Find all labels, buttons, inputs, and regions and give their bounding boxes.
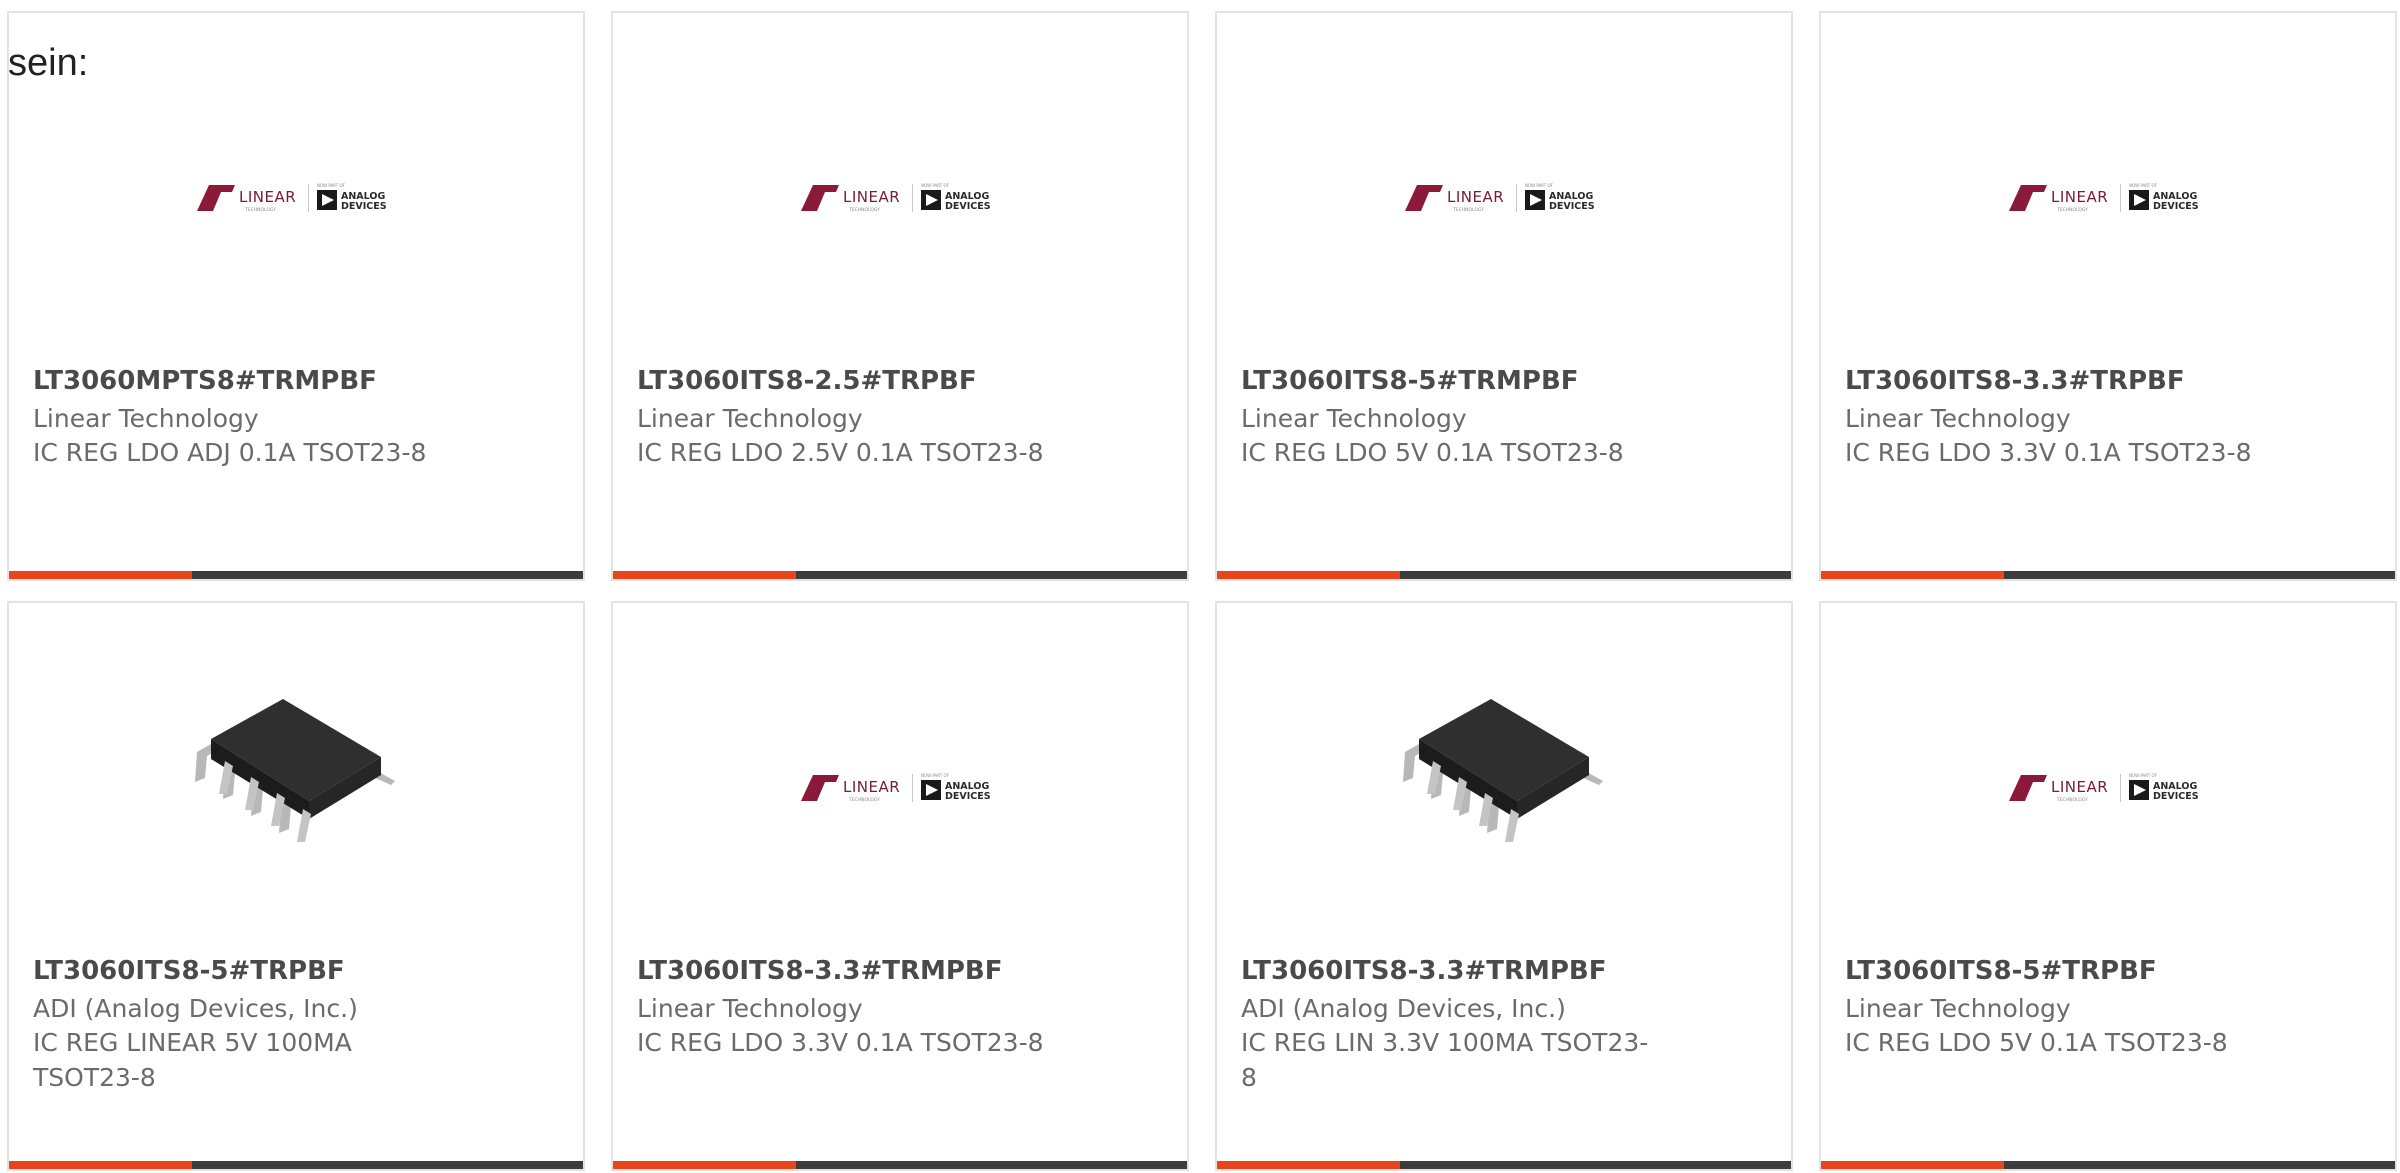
product-description: IC REG LINEAR 5V 100MA TSOT23-8 xyxy=(33,1028,352,1092)
product-manufacturer: Linear Technology xyxy=(637,404,863,433)
linear-analog-logo-icon: LINEARTECHNOLOGYNOW PART OFANALOGDEVICES xyxy=(801,183,991,213)
linear-logo-word: LINEAR xyxy=(843,188,900,206)
product-image[interactable] xyxy=(1217,603,1791,933)
intro-text: sein: xyxy=(8,42,89,84)
card-footer-bar xyxy=(613,1161,1187,1169)
product-part-number[interactable]: LT3060ITS8-2.5#TRPBF xyxy=(637,366,977,396)
linear-analog-logo-icon: LINEARTECHNOLOGYNOW PART OFANALOGDEVICES xyxy=(801,773,991,803)
linear-logo-word: LINEAR xyxy=(239,188,296,206)
devices-logo-word: DEVICES xyxy=(1549,201,1595,212)
product-manufacturer: Linear Technology xyxy=(1845,994,2071,1023)
devices-logo-word: DEVICES xyxy=(341,201,387,212)
product-part-number[interactable]: LT3060ITS8-3.3#TRPBF xyxy=(1845,366,2185,396)
product-description: IC REG LDO 5V 0.1A TSOT23-8 xyxy=(1241,438,1624,467)
linear-analog-logo-icon: LINEARTECHNOLOGYNOW PART OFANALOGDEVICES xyxy=(1405,183,1595,213)
card-footer-bar xyxy=(9,1161,583,1169)
card-footer-accent xyxy=(1821,1161,2004,1169)
product-part-number[interactable]: LT3060ITS8-3.3#TRMPBF xyxy=(1241,956,1607,986)
card-footer-accent xyxy=(1821,571,2004,579)
product-card[interactable]: LT3060ITS8-3.3#TRMPBF ADI (Analog Devices… xyxy=(1215,601,1793,1171)
card-footer-accent xyxy=(1217,571,1400,579)
card-footer-bar xyxy=(613,571,1187,579)
devices-logo-word: DEVICES xyxy=(945,791,991,802)
product-image[interactable]: LINEAR TECHNOLOGY NOW PART OF ANALOG DEVICES xyxy=(9,13,583,343)
product-description: IC REG LDO 3.3V 0.1A TSOT23-8 xyxy=(637,1028,1044,1057)
devices-logo-word: DEVICES xyxy=(945,201,991,212)
product-grid-page: sein: LINEAR TECHNOLOGY NOW PART OF ANALOG D… xyxy=(0,0,2400,1173)
linear-logo-subword: TECHNOLOGY xyxy=(244,207,276,213)
card-footer-bar xyxy=(1217,1161,1791,1169)
linear-logo-word: LINEAR xyxy=(843,778,900,796)
product-part-number[interactable]: LT3060ITS8-5#TRPBF xyxy=(33,956,345,986)
now-part-of-label: NOW PART OF xyxy=(921,773,950,778)
product-part-number[interactable]: LT3060MPTS8#TRMPBF xyxy=(33,366,377,396)
linear-analog-logo-icon: LINEARTECHNOLOGYNOW PART OFANALOGDEVICES xyxy=(2009,183,2199,213)
product-description: IC REG LDO ADJ 0.1A TSOT23-8 xyxy=(33,438,427,467)
card-footer-accent xyxy=(613,571,796,579)
now-part-of-label: NOW PART OF xyxy=(317,183,346,188)
product-part-number[interactable]: LT3060ITS8-5#TRPBF xyxy=(1845,956,2157,986)
product-card[interactable]: LINEAR TECHNOLOGY NOW PART OF ANALOG DEVICES… xyxy=(1215,11,1793,581)
devices-logo-word: DEVICES xyxy=(2153,791,2199,802)
product-card[interactable]: LINEAR TECHNOLOGY NOW PART OF ANALOG DEVICES… xyxy=(611,11,1189,581)
product-card[interactable]: LT3060ITS8-5#TRPBF ADI (Analog Devices, I… xyxy=(7,601,585,1171)
product-part-number[interactable]: LT3060ITS8-5#TRMPBF xyxy=(1241,366,1579,396)
product-card[interactable]: LINEAR TECHNOLOGY NOW PART OF ANALOG DEVICES… xyxy=(1819,601,2397,1171)
card-footer-bar xyxy=(1821,571,2395,579)
card-footer-accent xyxy=(1217,1161,1400,1169)
product-description: IC REG LIN 3.3V 100MA TSOT23-8 xyxy=(1241,1028,1649,1092)
product-description: IC REG LDO 3.3V 0.1A TSOT23-8 xyxy=(1845,438,2252,467)
product-manufacturer: ADI (Analog Devices, Inc.) xyxy=(1241,994,1566,1023)
product-description: IC REG LDO 5V 0.1A TSOT23-8 xyxy=(1845,1028,2228,1057)
linear-logo-word: LINEAR xyxy=(2051,778,2108,796)
now-part-of-label: NOW PART OF xyxy=(921,183,950,188)
linear-logo-subword: TECHNOLOGY xyxy=(2056,797,2088,803)
card-footer-bar xyxy=(9,571,583,579)
product-image[interactable]: LINEAR TECHNOLOGY NOW PART OF ANALOG DEVICES xyxy=(613,603,1187,933)
card-footer-accent xyxy=(9,571,192,579)
linear-logo-subword: TECHNOLOGY xyxy=(848,797,880,803)
linear-analog-logo-icon: LINEARTECHNOLOGYNOW PART OFANALOGDEVICES xyxy=(197,183,387,213)
card-footer-bar xyxy=(1217,571,1791,579)
linear-logo-subword: TECHNOLOGY xyxy=(1452,207,1484,213)
card-footer-bar xyxy=(1821,1161,2395,1169)
product-image[interactable]: LINEAR TECHNOLOGY NOW PART OF ANALOG DEVICES xyxy=(1821,603,2395,933)
product-description: IC REG LDO 2.5V 0.1A TSOT23-8 xyxy=(637,438,1044,467)
product-manufacturer: Linear Technology xyxy=(1241,404,1467,433)
now-part-of-label: NOW PART OF xyxy=(2129,183,2158,188)
product-image[interactable]: LINEAR TECHNOLOGY NOW PART OF ANALOG DEVICES xyxy=(613,13,1187,343)
linear-analog-logo-icon: LINEARTECHNOLOGYNOW PART OFANALOGDEVICES xyxy=(2009,773,2199,803)
ic-chip-icon xyxy=(1403,699,1603,842)
product-image[interactable]: LINEAR TECHNOLOGY NOW PART OF ANALOG DEVICES xyxy=(1217,13,1791,343)
now-part-of-label: NOW PART OF xyxy=(1525,183,1554,188)
linear-logo-subword: TECHNOLOGY xyxy=(848,207,880,213)
product-card[interactable]: LINEAR TECHNOLOGY NOW PART OF ANALOG DEVICES… xyxy=(1819,11,2397,581)
product-manufacturer: Linear Technology xyxy=(637,994,863,1023)
product-manufacturer: Linear Technology xyxy=(1845,404,2071,433)
product-manufacturer: ADI (Analog Devices, Inc.) xyxy=(33,994,358,1023)
product-card[interactable]: LINEAR TECHNOLOGY NOW PART OF ANALOG DEVICES… xyxy=(611,601,1189,1171)
card-footer-accent xyxy=(9,1161,192,1169)
ic-chip-icon xyxy=(195,699,395,842)
card-footer-accent xyxy=(613,1161,796,1169)
linear-logo-word: LINEAR xyxy=(2051,188,2108,206)
product-image[interactable] xyxy=(9,603,583,933)
product-image[interactable]: LINEAR TECHNOLOGY NOW PART OF ANALOG DEVICES xyxy=(1821,13,2395,343)
product-manufacturer: Linear Technology xyxy=(33,404,259,433)
devices-logo-word: DEVICES xyxy=(2153,201,2199,212)
now-part-of-label: NOW PART OF xyxy=(2129,773,2158,778)
product-card[interactable]: LINEAR TECHNOLOGY NOW PART OF ANALOG DEVICES… xyxy=(7,11,585,581)
linear-logo-subword: TECHNOLOGY xyxy=(2056,207,2088,213)
product-part-number[interactable]: LT3060ITS8-3.3#TRMPBF xyxy=(637,956,1003,986)
linear-logo-word: LINEAR xyxy=(1447,188,1504,206)
